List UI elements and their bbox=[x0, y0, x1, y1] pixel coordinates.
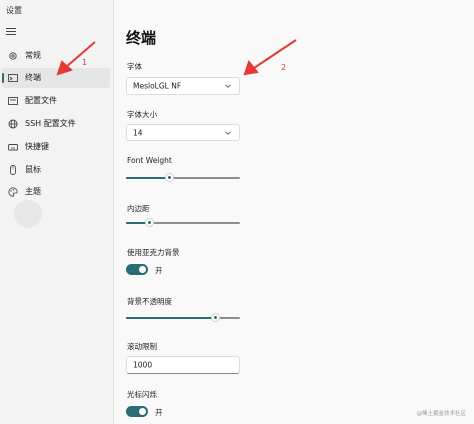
annotation-number-2: 2 bbox=[281, 63, 287, 72]
watermark: @稀土掘金技术社区 bbox=[416, 411, 466, 417]
arrow-1 bbox=[56, 41, 96, 76]
annotation-number-1: 1 bbox=[82, 58, 88, 67]
arrow-2 bbox=[243, 39, 297, 76]
annotation-arrows bbox=[56, 39, 297, 76]
